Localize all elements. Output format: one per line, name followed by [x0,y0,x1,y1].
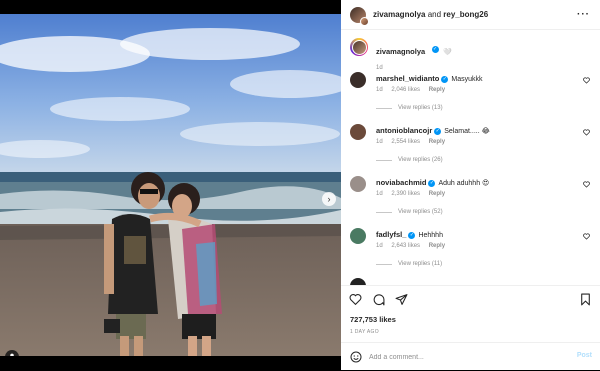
more-options-button[interactable]: ··· [577,9,590,20]
like-heart-icon[interactable] [349,293,362,306]
bookmark-icon[interactable] [579,293,592,306]
post-header: zivamagnolya and rey_bong26 ··· [341,0,600,30]
view-replies-button[interactable]: View replies (26) [376,157,443,163]
post-authors: zivamagnolya and rey_bong26 [373,10,488,19]
caption-username[interactable]: zivamagnolya [376,47,425,56]
comments-section[interactable]: zivamagnolya ✓ 🤍 1d marshel_widianto ✓ Mas… [341,30,600,285]
coauthor-username[interactable]: rey_bong26 [443,10,488,19]
comment-time[interactable]: 1d [376,139,383,145]
next-photo-button[interactable]: › [322,192,336,206]
add-comment-row: Post [341,342,600,371]
post-actions: 727,753 likes 1 DAY AGO Post [341,285,600,370]
person-icon [10,353,14,356]
view-replies-button[interactable]: View replies (11) [376,261,442,267]
authors-joiner: and [427,10,442,19]
comment-time[interactable]: 1d [376,243,383,249]
view-replies-label: View replies (13) [398,105,443,111]
comment-time[interactable]: 1d [376,87,383,93]
comment-text: Selamat..... 😂 [444,128,490,135]
view-replies-label: View replies (11) [398,261,443,267]
collab-avatar[interactable] [350,6,369,26]
view-replies-button[interactable]: View replies (52) [376,209,443,215]
caption-avatar[interactable] [350,38,368,56]
view-replies-label: View replies (26) [398,157,443,163]
verified-badge-icon: ✓ [434,127,442,135]
beach-photo-image [0,14,341,356]
post-side-panel: zivamagnolya and rey_bong26 ··· zivamagn… [341,0,600,370]
comment-text: Hehhhh [418,232,443,239]
comment-time[interactable]: 1d [376,191,383,197]
commenter-avatar[interactable] [350,72,366,88]
verified-badge-icon: ✓ [431,46,439,54]
heart-icon[interactable] [583,233,590,240]
likes-count[interactable]: 727,753 likes [350,315,396,324]
heart-icon[interactable] [583,181,590,188]
commenter-username[interactable]: noviabachmid [376,178,426,187]
comment-icon[interactable] [372,293,385,306]
add-comment-input[interactable] [369,351,559,363]
commenter-username[interactable]: marshel_widianto [376,74,439,83]
author-username[interactable]: zivamagnolya [373,10,425,19]
commenter-avatar[interactable] [350,124,366,140]
reply-button[interactable]: Reply [429,191,445,197]
comment-text: Masyukkk [451,76,483,83]
verified-badge-icon: ✓ [408,231,416,239]
reply-button[interactable]: Reply [429,139,445,145]
comment-likes[interactable]: 2,046 likes [391,87,420,93]
post-photo[interactable]: › [0,14,341,356]
commenter-username[interactable]: fadlyfsl_ [376,230,406,239]
commenter-avatar[interactable] [350,176,366,192]
view-replies-button[interactable]: View replies (13) [376,105,443,111]
comment-likes[interactable]: 2,643 likes [391,243,420,249]
share-icon[interactable] [395,293,408,306]
comment-text: Aduh aduhhh 😍 [438,180,490,187]
post-timestamp[interactable]: 1 DAY AGO [350,329,379,335]
caption-time[interactable]: 1d [376,65,452,71]
reply-button[interactable]: Reply [429,87,445,93]
post-modal: › zivamagnolya and rey_bong26 ··· zivama… [0,0,600,370]
heart-icon[interactable] [583,77,590,84]
post-comment-button[interactable]: Post [577,352,592,359]
caption-text: 🤍 [443,49,452,56]
view-replies-label: View replies (52) [398,209,443,215]
commenter-avatar[interactable] [350,278,366,285]
comment-likes[interactable]: 2,554 likes [391,139,420,145]
commenter-avatar[interactable] [350,228,366,244]
verified-badge-icon: ✓ [428,179,436,187]
emoji-icon[interactable] [350,351,362,363]
verified-badge-icon: ✓ [441,75,449,83]
commenter-username[interactable]: antonioblancojr [376,126,432,135]
caption-block: zivamagnolya ✓ 🤍 1d [350,38,452,71]
reply-button[interactable]: Reply [429,243,445,249]
heart-icon[interactable] [583,129,590,136]
comment-likes[interactable]: 2,390 likes [391,191,420,197]
